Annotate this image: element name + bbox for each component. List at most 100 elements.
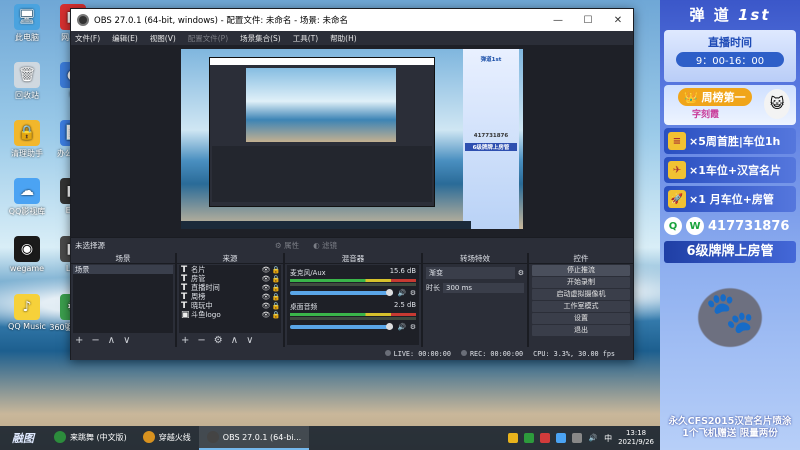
lock-icon[interactable]: 🔒	[271, 311, 281, 319]
menu-bar: 文件(F) 编辑(E) 视图(V) 配置文件(P) 场景集合(S) 工具(T) 帮助(H)	[71, 31, 633, 45]
channel-db: 15.6 dB	[389, 267, 416, 275]
transitions-title: 转场特效	[423, 253, 527, 264]
eye-icon[interactable]: 👁	[261, 284, 271, 292]
eye-icon[interactable]: 👁	[261, 293, 271, 301]
level-meter	[290, 279, 416, 282]
remove-icon[interactable]: −	[197, 335, 205, 346]
minimize-button[interactable]: —	[543, 15, 573, 26]
gear-icon[interactable]: ⚙	[410, 289, 416, 297]
maximize-button[interactable]: ☐	[573, 15, 603, 26]
tray-app-icon[interactable]	[508, 433, 519, 443]
preview-overlay-level: 6级牌牌上房管	[465, 143, 517, 151]
tray-app-icon[interactable]	[540, 433, 551, 443]
volume-slider[interactable]	[290, 289, 394, 296]
sources-footer: + − ⚙ ∧ ∨	[181, 335, 253, 346]
menu-item[interactable]: 文件(F)	[75, 33, 100, 44]
desktop-icon[interactable]: ♪ QQ Music	[2, 294, 52, 331]
desktop-icon[interactable]: 🗑 回收站	[2, 62, 52, 101]
overlay-title: 弹 道 1st	[689, 6, 771, 24]
obs-logo-icon	[77, 14, 89, 26]
rank-name: 字刻霞	[692, 110, 720, 120]
app-icon: 🔒	[14, 120, 40, 146]
eye-icon[interactable]: 👁	[261, 311, 271, 319]
speaker-icon[interactable]: 🔊	[397, 289, 405, 297]
desktop-icon[interactable]: 🔒 清理助手	[2, 120, 52, 159]
down-icon[interactable]: ∨	[246, 335, 253, 346]
control-button[interactable]: 设置	[532, 313, 630, 324]
mascot-icon: 😺	[764, 89, 790, 119]
speaker-icon[interactable]: 🔊	[397, 323, 405, 331]
eye-icon[interactable]: 👁	[261, 302, 271, 310]
control-button[interactable]: 停止推流	[532, 265, 630, 276]
menu-item[interactable]: 视图(V)	[150, 33, 176, 44]
taskbar-app-label: 来跳舞 (中文版)	[70, 432, 127, 442]
taskbar-app[interactable]: OBS 27.0.1 (64-bi...	[198, 426, 310, 450]
remove-icon[interactable]: −	[91, 335, 99, 346]
app-icon: ☁	[14, 178, 40, 204]
lock-icon[interactable]: 🔒	[271, 266, 281, 274]
live-time-card: 直播时间 9：00-16：00	[664, 30, 796, 82]
scene-item[interactable]: 场景	[73, 265, 173, 274]
desktop-icon[interactable]: 🖥 此电脑	[2, 4, 52, 43]
lock-icon[interactable]: 🔒	[271, 293, 281, 301]
tray-wechat-icon[interactable]	[524, 433, 535, 443]
ime-indicator[interactable]: 中	[604, 433, 612, 444]
menu-item[interactable]: 工具(T)	[293, 33, 318, 44]
taskbar-app[interactable]: 穿越火线	[135, 426, 199, 450]
desktop-icon-label: wegame	[9, 264, 45, 273]
add-icon[interactable]: +	[181, 335, 189, 346]
add-icon[interactable]: +	[75, 335, 83, 346]
volume-icon[interactable]: 🔊	[588, 433, 598, 443]
reward-icon: ≡	[668, 132, 686, 150]
menu-item[interactable]: 配置文件(P)	[188, 33, 228, 44]
eye-icon[interactable]: 👁	[261, 275, 271, 283]
source-item[interactable]: ▣ 斗鱼logo 👁 🔒	[179, 310, 281, 320]
mixer-channel: 麦克风/Aux 15.6 dB 🔊 ⚙	[287, 265, 419, 299]
taskbar-app[interactable]: 来跳舞 (中文版)	[46, 426, 135, 450]
control-button[interactable]: 工作室模式	[532, 301, 630, 312]
reward-text: ×1车位+汉宫名片	[689, 164, 782, 177]
tray-qq-icon[interactable]	[556, 433, 567, 443]
app-icon: 🗑	[14, 62, 40, 88]
gear-icon[interactable]: ⚙	[214, 335, 223, 346]
stream-preview[interactable]: 弹道1st 417731876 6级牌牌上房管	[181, 49, 523, 229]
menu-item[interactable]: 场景集合(S)	[240, 33, 281, 44]
desktop-icon-label: QQ影视库	[8, 207, 46, 216]
eye-icon[interactable]: 👁	[261, 266, 271, 274]
desktop-icon[interactable]: ◉ wegame	[2, 236, 52, 273]
desktop-icon[interactable]: ☁ QQ影视库	[2, 178, 52, 217]
control-button[interactable]: 开始录制	[532, 277, 630, 288]
up-icon[interactable]: ∧	[108, 335, 115, 346]
control-button[interactable]: 退出	[532, 325, 630, 336]
weekly-rank-card: 👑 周榜第一 字刻霞 😺	[664, 85, 796, 125]
control-button[interactable]: 启动虚拟摄像机	[532, 289, 630, 300]
tray-obs-icon[interactable]	[572, 433, 583, 443]
gear-icon[interactable]: ⚙	[518, 269, 524, 277]
transition-select[interactable]: 渐变	[426, 267, 515, 279]
up-icon[interactable]: ∧	[231, 335, 238, 346]
preview-overlay-title: 弹道1st	[480, 57, 502, 63]
taskbar: 融图 来跳舞 (中文版) 穿越火线 OBS 27.0.1 (64-bi... 🔊 中…	[0, 426, 660, 450]
start-button[interactable]: 融图	[0, 426, 46, 450]
menu-item[interactable]: 帮助(H)	[330, 33, 357, 44]
filters-button[interactable]: ◐ 滤镜	[313, 240, 337, 251]
menu-item[interactable]: 编辑(E)	[112, 33, 138, 44]
volume-slider[interactable]	[290, 323, 394, 330]
app-icon	[54, 431, 66, 443]
gear-icon[interactable]: ⚙	[410, 323, 416, 331]
properties-button[interactable]: ⚙ 属性	[275, 240, 299, 251]
lock-icon[interactable]: 🔒	[271, 302, 281, 310]
channel-name: 麦克风/Aux	[290, 269, 326, 277]
close-button[interactable]: ✕	[603, 15, 633, 26]
lock-icon[interactable]: 🔒	[271, 284, 281, 292]
lock-icon[interactable]: 🔒	[271, 275, 281, 283]
taskbar-items: 来跳舞 (中文版) 穿越火线 OBS 27.0.1 (64-bi...	[46, 426, 310, 450]
down-icon[interactable]: ∨	[123, 335, 130, 346]
overlay-footer: 永久CFS2015汉宫名片喷涂 1个飞机赠送 限量两份	[668, 416, 792, 439]
duration-input[interactable]: 300 ms	[443, 283, 524, 293]
duration-label: 时长	[426, 284, 440, 292]
clock[interactable]: 13:18 2021/9/26	[618, 429, 654, 447]
transitions-dock: 转场特效 渐变 ⚙ 时长 300 ms	[423, 253, 527, 347]
taskbar-app-label: 穿越火线	[158, 432, 191, 442]
mixer-channel: 桌面音频 2.5 dB 🔊 ⚙	[287, 299, 419, 333]
